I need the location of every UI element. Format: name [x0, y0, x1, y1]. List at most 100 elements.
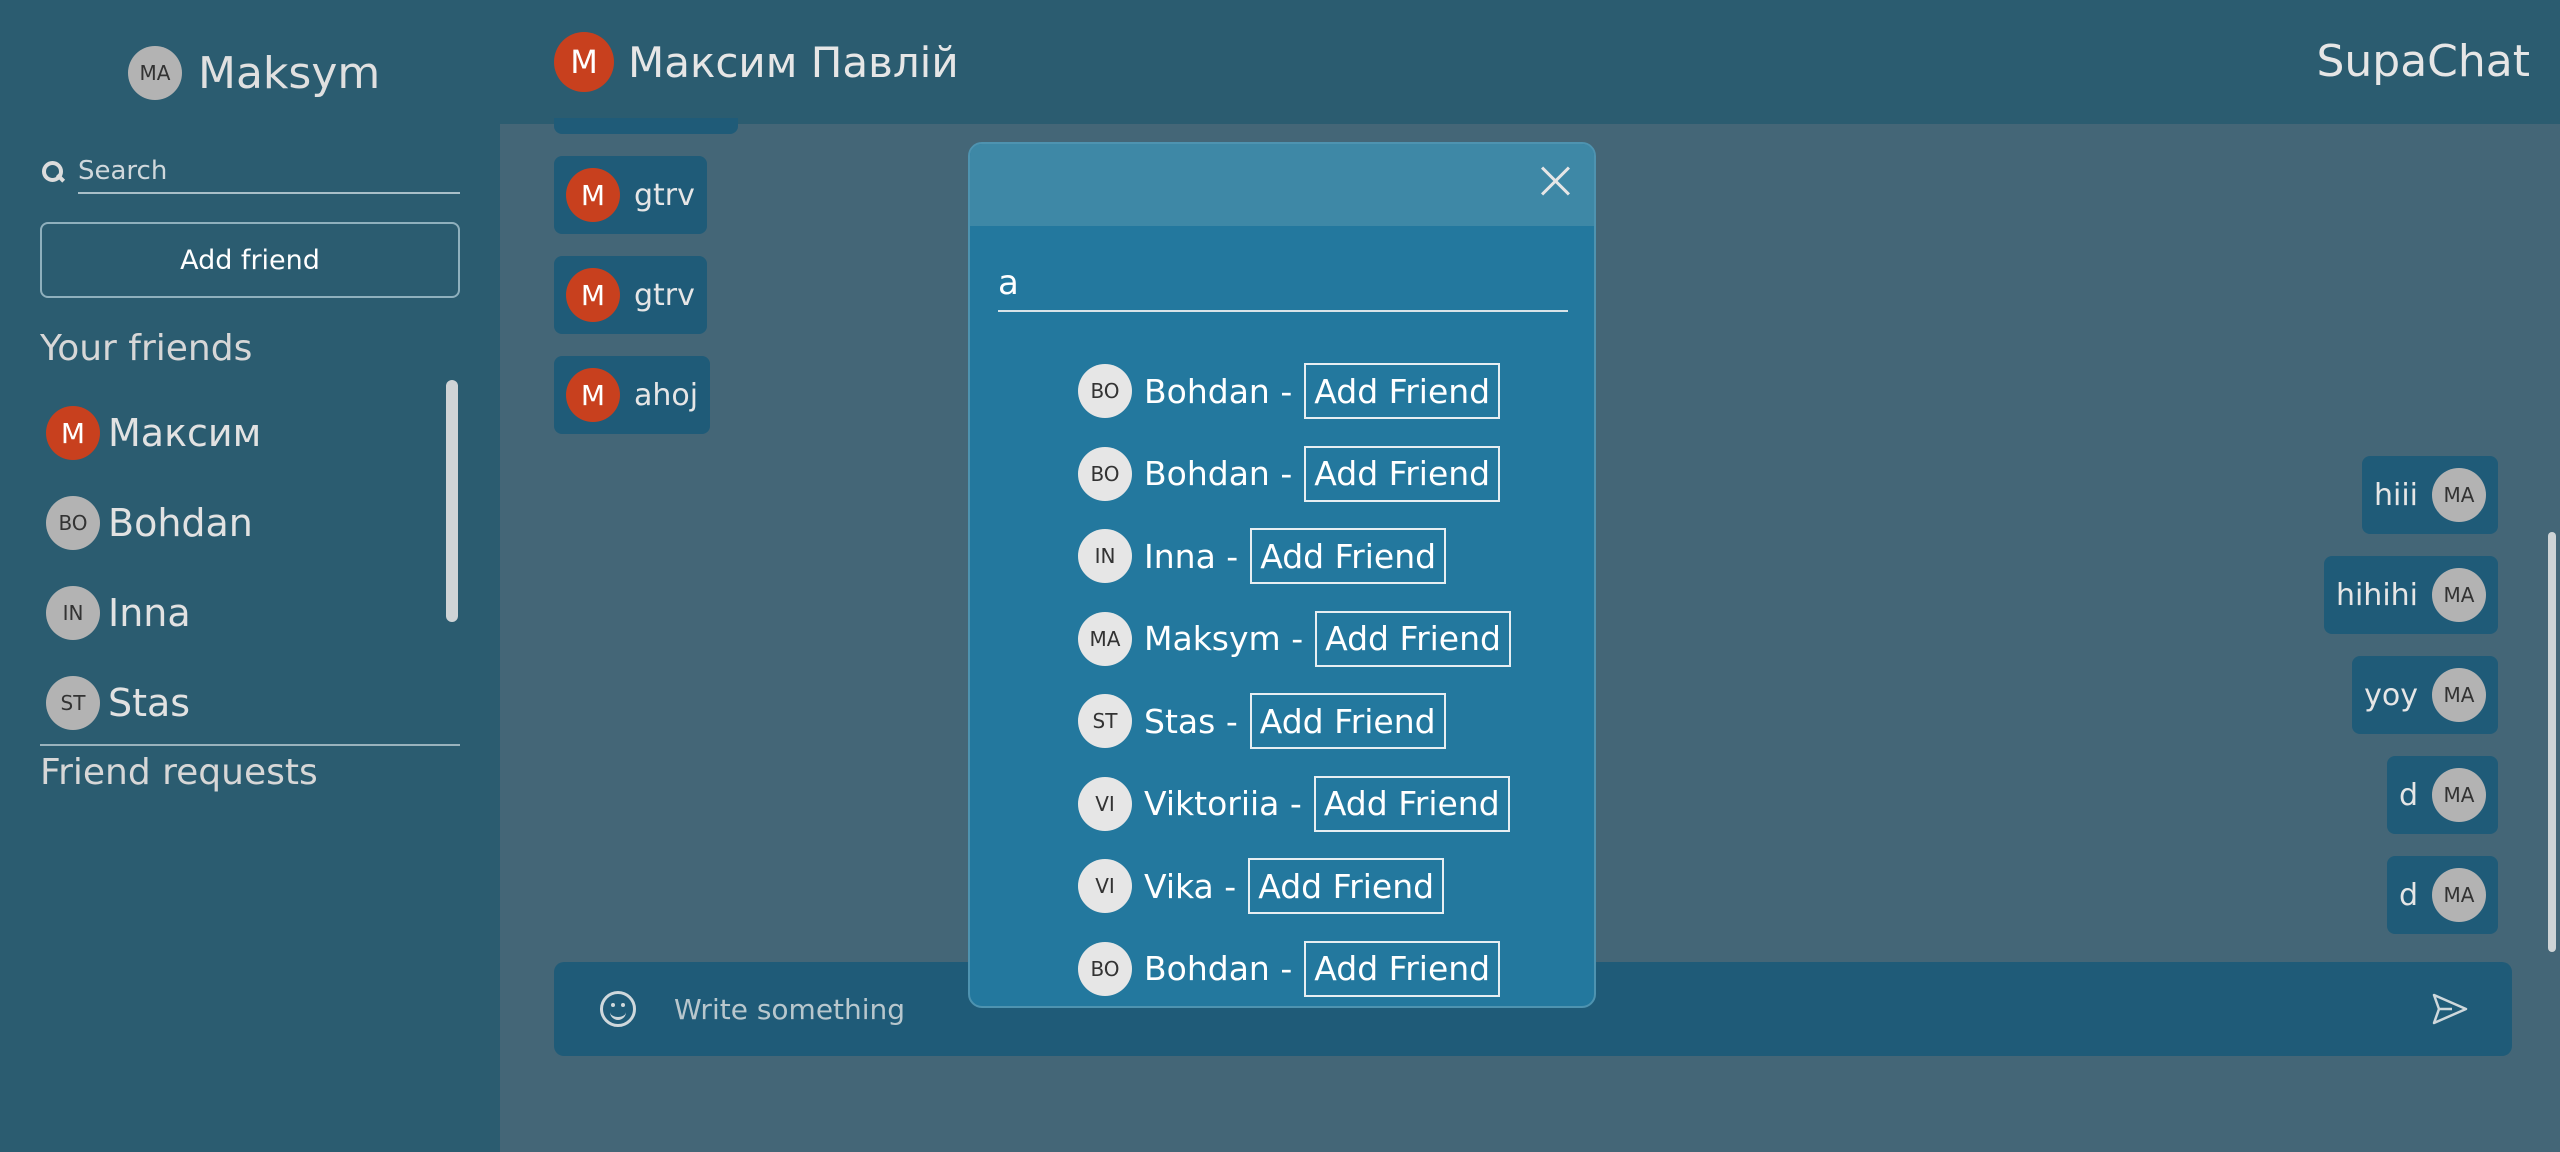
avatar: VI: [1078, 776, 1132, 831]
friend-name: Stas: [108, 681, 191, 725]
avatar: BO: [46, 496, 100, 550]
modal-header: [970, 144, 1594, 226]
divider: [40, 744, 460, 746]
user-name-text: Inna: [1144, 536, 1216, 576]
add-friend-modal: BO Bohdan - Add Friend BO Bohdan - Add F…: [968, 142, 1596, 1008]
avatar: MA: [2432, 768, 2486, 822]
message-outgoing: hihihi MA: [2323, 556, 2498, 634]
app-title: SupaChat: [2316, 36, 2530, 87]
separator: -: [1291, 619, 1304, 659]
user-name-text: Bohdan: [1144, 949, 1270, 989]
avatar: BO: [1078, 941, 1132, 996]
user-name-text: Stas: [1144, 701, 1216, 741]
list-item: MA Maksym - Add Friend: [1078, 598, 1511, 681]
friends-scrollbar[interactable]: [446, 380, 458, 622]
avatar: MA: [1078, 611, 1132, 666]
user-name-text: Bohdan: [1144, 371, 1270, 411]
add-friend-button[interactable]: Add Friend: [1248, 858, 1445, 915]
friend-item[interactable]: IN Inna: [46, 568, 426, 658]
avatar: MA: [2432, 668, 2486, 722]
separator: -: [1225, 701, 1238, 741]
separator: -: [1224, 866, 1237, 906]
avatar: M: [566, 168, 620, 222]
user-name: Bohdan -: [1144, 372, 1292, 411]
sidebar: MA Maksym Add friend Your friends M Макс…: [0, 0, 500, 1152]
message-bubble-partial: [554, 118, 738, 134]
add-friend-button[interactable]: Add Friend: [1249, 693, 1446, 750]
avatar: BO: [1078, 446, 1132, 501]
avatar: M: [566, 368, 620, 422]
add-friend-button[interactable]: Add Friend: [1315, 610, 1511, 667]
message-incoming: M gtrv: [554, 156, 707, 234]
chat-scrollbar[interactable]: [2548, 532, 2556, 952]
message-text: gtrv: [634, 277, 695, 313]
message-outgoing: yoy MA: [2352, 656, 2498, 734]
user-name: Viktoriia -: [1144, 784, 1302, 823]
separator: -: [1289, 784, 1302, 824]
message-outgoing: hiii MA: [2361, 456, 2498, 534]
message-text: d: [2398, 777, 2418, 813]
avatar: MA: [2432, 468, 2486, 522]
user-name-text: Viktoriia: [1144, 784, 1280, 824]
avatar: M: [46, 406, 100, 460]
list-item: BO Bohdan - Add Friend: [1078, 928, 1511, 1007]
list-item: IN Inna - Add Friend: [1078, 515, 1511, 598]
message-text: d: [2398, 877, 2418, 913]
search-results: BO Bohdan - Add Friend BO Bohdan - Add F…: [1078, 350, 1511, 1007]
separator: -: [1280, 371, 1293, 411]
friends-title: Your friends: [40, 328, 253, 369]
user-name: Vika -: [1144, 867, 1236, 906]
avatar: IN: [46, 586, 100, 640]
avatar: M: [566, 268, 620, 322]
list-item: BO Bohdan - Add Friend: [1078, 350, 1511, 433]
list-item: VI Viktoriia - Add Friend: [1078, 763, 1511, 846]
separator: -: [1280, 949, 1293, 989]
send-icon[interactable]: [2430, 989, 2470, 1029]
emoji-icon[interactable]: [600, 991, 636, 1027]
message-text: yoy: [2364, 677, 2418, 713]
user-search-input[interactable]: [998, 256, 1568, 312]
friend-item[interactable]: ST Stas: [46, 658, 426, 748]
friend-search: [40, 150, 460, 194]
user-name: Stas -: [1144, 702, 1238, 741]
friend-requests-title[interactable]: Friend requests: [40, 752, 318, 793]
chat-header: M Максим Павлій SupaChat: [500, 0, 2560, 124]
separator: -: [1226, 536, 1239, 576]
add-friend-button[interactable]: Add Friend: [1304, 445, 1501, 502]
avatar: MA: [128, 46, 182, 100]
add-friend-button[interactable]: Add Friend: [1313, 775, 1510, 832]
friend-list: M Максим BO Bohdan IN Inna ST Stas: [46, 388, 426, 748]
user-name: Maksym -: [1144, 619, 1303, 658]
friend-name: Максим: [108, 411, 262, 455]
message-incoming: M ahoj: [554, 356, 711, 434]
avatar: MA: [2432, 868, 2486, 922]
separator: -: [1280, 454, 1293, 494]
add-friend-button[interactable]: Add Friend: [1304, 940, 1501, 997]
search-icon: [40, 159, 66, 185]
user-name: Inna -: [1144, 537, 1238, 576]
message-text: ahoj: [634, 377, 699, 413]
add-friend-button[interactable]: Add Friend: [1250, 528, 1447, 585]
current-user: MA Maksym: [128, 46, 380, 100]
search-input[interactable]: [78, 150, 460, 194]
message-text: hiii: [2373, 477, 2418, 513]
message-outgoing: d MA: [2386, 856, 2498, 934]
add-friend-button[interactable]: Add friend: [40, 222, 460, 298]
close-icon[interactable]: [1538, 162, 1574, 198]
current-user-name: Maksym: [198, 47, 381, 99]
user-name-text: Vika: [1144, 866, 1214, 906]
add-friend-button[interactable]: Add Friend: [1304, 363, 1501, 420]
list-item: VI Vika - Add Friend: [1078, 845, 1511, 928]
friend-item[interactable]: M Максим: [46, 388, 426, 478]
user-name: Bohdan -: [1144, 454, 1292, 493]
user-name-text: Maksym: [1144, 619, 1281, 659]
avatar: MA: [2432, 568, 2486, 622]
avatar: ST: [46, 676, 100, 730]
list-item: ST Stas - Add Friend: [1078, 680, 1511, 763]
friend-item[interactable]: BO Bohdan: [46, 478, 426, 568]
message-outgoing: d MA: [2386, 756, 2498, 834]
user-name: Bohdan -: [1144, 949, 1292, 988]
active-contact: M Максим Павлій: [554, 32, 959, 92]
user-name-text: Bohdan: [1144, 454, 1270, 494]
avatar: IN: [1078, 529, 1132, 584]
